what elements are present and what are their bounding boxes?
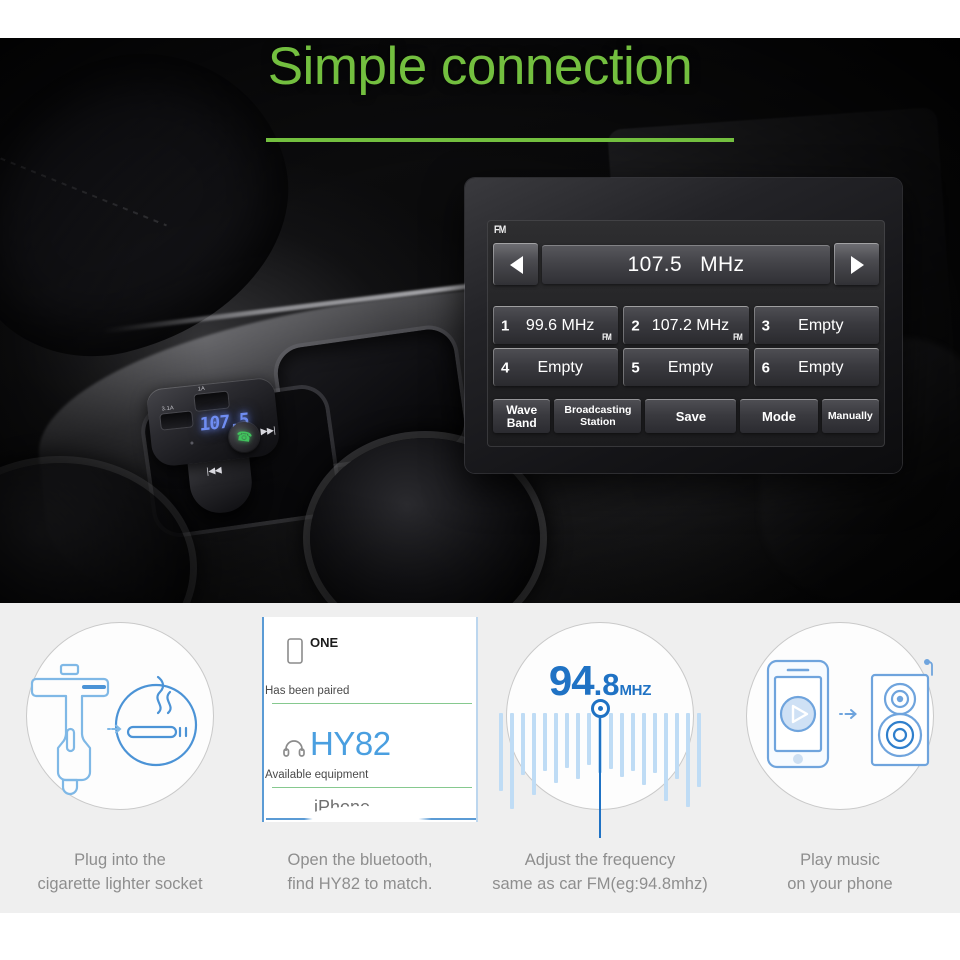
preset-button-5[interactable]: 5 Empty [623,348,749,386]
device-body: 3.1A 1A 107.5 ☎ ▶▶| |◀◀ [145,376,282,476]
hero-photo: 3.1A 1A 107.5 ☎ ▶▶| |◀◀ FM 107.5 MHz 1 9… [0,38,960,603]
tune-down-button[interactable] [493,243,538,285]
preset-number: 2 [631,317,640,334]
step-4-art [720,617,960,817]
dial-frequency-unit: MHZ [619,682,652,699]
preset-number: 5 [631,359,640,376]
dial-frequency-readout: 94.8MHZ [480,657,720,705]
step-2: ONE Has been paired HY82 Available equip… [240,603,480,913]
function-button-row: Wave Band Broadcasting Station Save Mode… [493,396,879,436]
next-track-icon: ▶▶| [260,424,276,437]
frequency-row: 107.5 MHz [493,242,879,286]
bt-divider-2 [272,787,472,788]
phone-speaker-icon [766,659,933,769]
charger-socket-icon [30,663,198,796]
bt-available-header: Available equipment [265,769,369,781]
needle-line [599,718,601,838]
preset-number: 6 [761,359,770,376]
top-white-strip [0,0,960,38]
manually-button[interactable]: Manually [821,399,879,433]
preset-button-2[interactable]: 2 107.2 MHz FM [623,306,749,344]
preset-band-badge: FM [732,332,743,342]
step-2-caption-line1: Open the bluetooth, [287,851,433,869]
step-3: 94.8MHZ Adjust the frequency same as car… [480,603,720,913]
step-1-art [0,617,240,817]
preset-band-badge: FM [602,332,612,342]
step-3-caption: Adjust the frequency same as car FM(eg:9… [480,848,720,896]
usb-port-2-label: 1A [197,385,206,393]
preset-button-1[interactable]: 1 99.6 MHz FM [493,306,619,344]
triangle-left-icon [509,255,523,274]
step-3-art: 94.8MHZ [480,617,720,838]
bt-divider-1 [272,703,472,704]
usb-port-2 [194,391,229,411]
frequency-unit: MHz [700,252,745,276]
phone-icon: ☎ [235,428,254,446]
current-frequency-display[interactable]: 107.5 MHz [542,244,830,284]
device-led-indicator [190,441,194,445]
preset-number: 3 [761,317,770,334]
step-2-caption-line2: find HY82 to match. [287,875,433,893]
headphone-icon [283,740,305,757]
frequency-value: 107.5 [627,252,683,276]
needle-knob-icon [590,699,610,718]
preset-label: 99.6 MHz [525,316,595,334]
bt-device-row-one[interactable]: ONE [264,627,476,671]
step-1-caption-line1: Plug into the [74,851,166,869]
step-1-caption-line2: cigarette lighter socket [37,875,203,893]
title-underline [266,138,734,142]
car-radio-screen: FM 107.5 MHz 1 99.6 MHz FM 2 107.2 MHz F… [487,220,885,447]
infographic-page: 3.1A 1A 107.5 ☎ ▶▶| |◀◀ FM 107.5 MHz 1 9… [0,0,960,960]
leather-stitching [0,153,167,227]
save-button[interactable]: Save [645,399,737,433]
step-1-caption: Plug into the cigarette lighter socket [0,848,240,896]
usb-port-1 [160,411,193,430]
page-title: Simple connection [267,38,693,96]
usb-port-1-label: 3.1A [161,405,175,413]
band-badge: FM [494,224,506,236]
step-4-caption-line2: on your phone [787,875,893,893]
step-4: Play music on your phone [720,603,960,913]
device-call-button: ☎ [227,420,261,454]
step-2-art: ONE Has been paired HY82 Available equip… [240,617,480,822]
phone-icon [287,638,303,664]
broadcasting-station-button[interactable]: Broadcasting Station [554,399,642,433]
bt-paired-header: Has been paired [265,685,350,697]
preset-button-6[interactable]: 6 Empty [753,348,879,386]
wave-band-button[interactable]: Wave Band [493,399,551,433]
preset-button-4[interactable]: 4 Empty [493,348,619,386]
mode-button[interactable]: Mode [740,399,818,433]
steps-panel: Plug into the cigarette lighter socket O… [0,603,960,913]
preset-button-3[interactable]: 3 Empty [753,306,879,344]
dial-frequency-decimal: .8 [593,667,620,702]
triangle-right-icon [850,255,864,274]
step-3-caption-line1: Adjust the frequency [524,851,676,869]
preset-grid: 1 99.6 MHz FM 2 107.2 MHz FM 3 Empty 4 E… [493,306,879,386]
preset-number: 1 [501,317,510,334]
fm-transmitter-device: 3.1A 1A 107.5 ☎ ▶▶| |◀◀ [145,367,307,527]
step-4-caption: Play music on your phone [720,848,960,896]
preset-label: 107.2 MHz [651,316,730,334]
screenshot-bottom-edge [266,818,476,820]
bt-device-name: ONE [310,635,339,650]
dial-frequency-whole: 94 [548,657,595,704]
bt-paired-device-name[interactable]: HY82 [310,725,391,763]
wave-band-line2: Band [506,415,537,430]
step-4-caption-line1: Play music [800,851,880,869]
preset-label: Empty [798,358,844,376]
preset-label: Empty [798,316,844,334]
bluetooth-list-screenshot: ONE Has been paired HY82 Available equip… [262,617,478,822]
step-2-caption: Open the bluetooth, find HY82 to match. [240,848,480,896]
step-1: Plug into the cigarette lighter socket [0,603,240,913]
preset-number: 4 [501,359,510,376]
step-3-caption-line2: same as car FM(eg:94.8mhz) [492,875,708,893]
broadcast-line2: Station [580,415,616,428]
car-radio-head-unit: FM 107.5 MHz 1 99.6 MHz FM 2 107.2 MHz F… [465,178,902,473]
preset-label: Empty [537,358,583,376]
frequency-needle[interactable] [480,699,720,838]
prev-track-icon: |◀◀ [205,464,222,477]
tune-up-button[interactable] [834,243,879,285]
needle-center-dot [597,706,603,711]
preset-label: Empty [667,358,714,376]
